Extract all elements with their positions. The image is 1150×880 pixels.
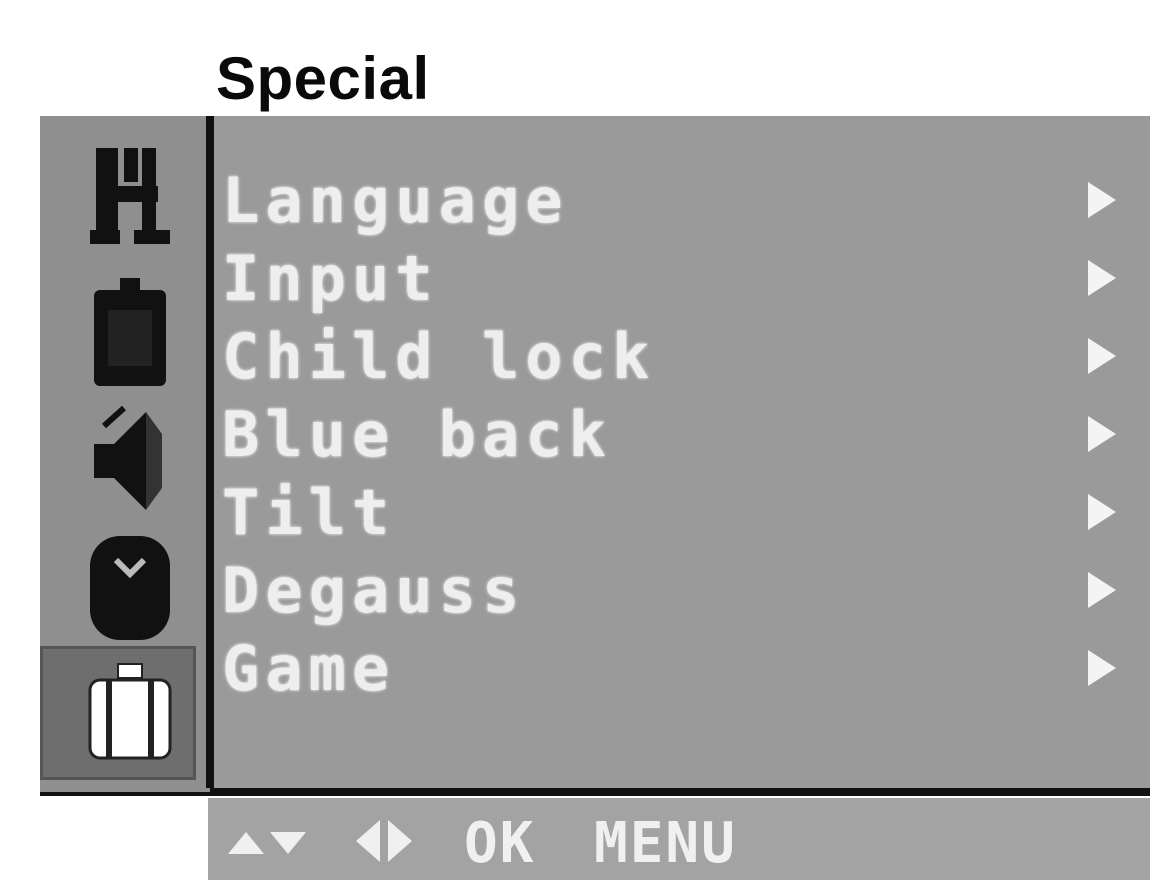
battery-icon[interactable]: [84, 276, 176, 388]
menu-item-label: Child lock: [222, 320, 656, 393]
menu-item-language[interactable]: Language: [218, 162, 1138, 240]
arrow-right-icon: [1088, 650, 1116, 686]
menu-hint: MENU: [594, 811, 737, 876]
menu-item-label: Input: [222, 242, 439, 315]
menu-item-game[interactable]: Game: [218, 630, 1138, 708]
speaker-icon[interactable]: [84, 404, 176, 516]
menu-item-blue-back[interactable]: Blue back: [218, 396, 1138, 474]
arrow-right-icon: [1088, 572, 1116, 608]
arrow-right-icon: [1088, 182, 1116, 218]
menu-item-child-lock[interactable]: Child lock: [218, 318, 1138, 396]
toolbox-icon[interactable]: [84, 660, 176, 772]
arrow-right-icon: [1088, 494, 1116, 530]
left-right-arrows-icon: [356, 820, 412, 862]
picture-icon[interactable]: [84, 142, 176, 254]
menu-item-label: Game: [222, 632, 396, 705]
menu-item-tilt[interactable]: Tilt: [218, 474, 1138, 552]
page-title: Special: [216, 45, 430, 112]
menu-item-label: Language: [222, 164, 569, 237]
arrow-right-icon: [1088, 338, 1116, 374]
menu-list: Language Input Child lock Blue back Tilt…: [218, 162, 1138, 708]
arrow-right-icon: [1088, 416, 1116, 452]
menu-item-label: Blue back: [222, 398, 612, 471]
up-down-arrows-icon: [228, 832, 306, 854]
help-bar: OK MENU: [208, 798, 1150, 880]
menu-item-label: Degauss: [222, 554, 526, 627]
menu-item-label: Tilt: [222, 476, 396, 549]
menu-item-input[interactable]: Input: [218, 240, 1138, 318]
menu-item-degauss[interactable]: Degauss: [218, 552, 1138, 630]
ok-hint: OK: [464, 811, 536, 876]
timer-icon[interactable]: [84, 530, 176, 642]
arrow-right-icon: [1088, 260, 1116, 296]
